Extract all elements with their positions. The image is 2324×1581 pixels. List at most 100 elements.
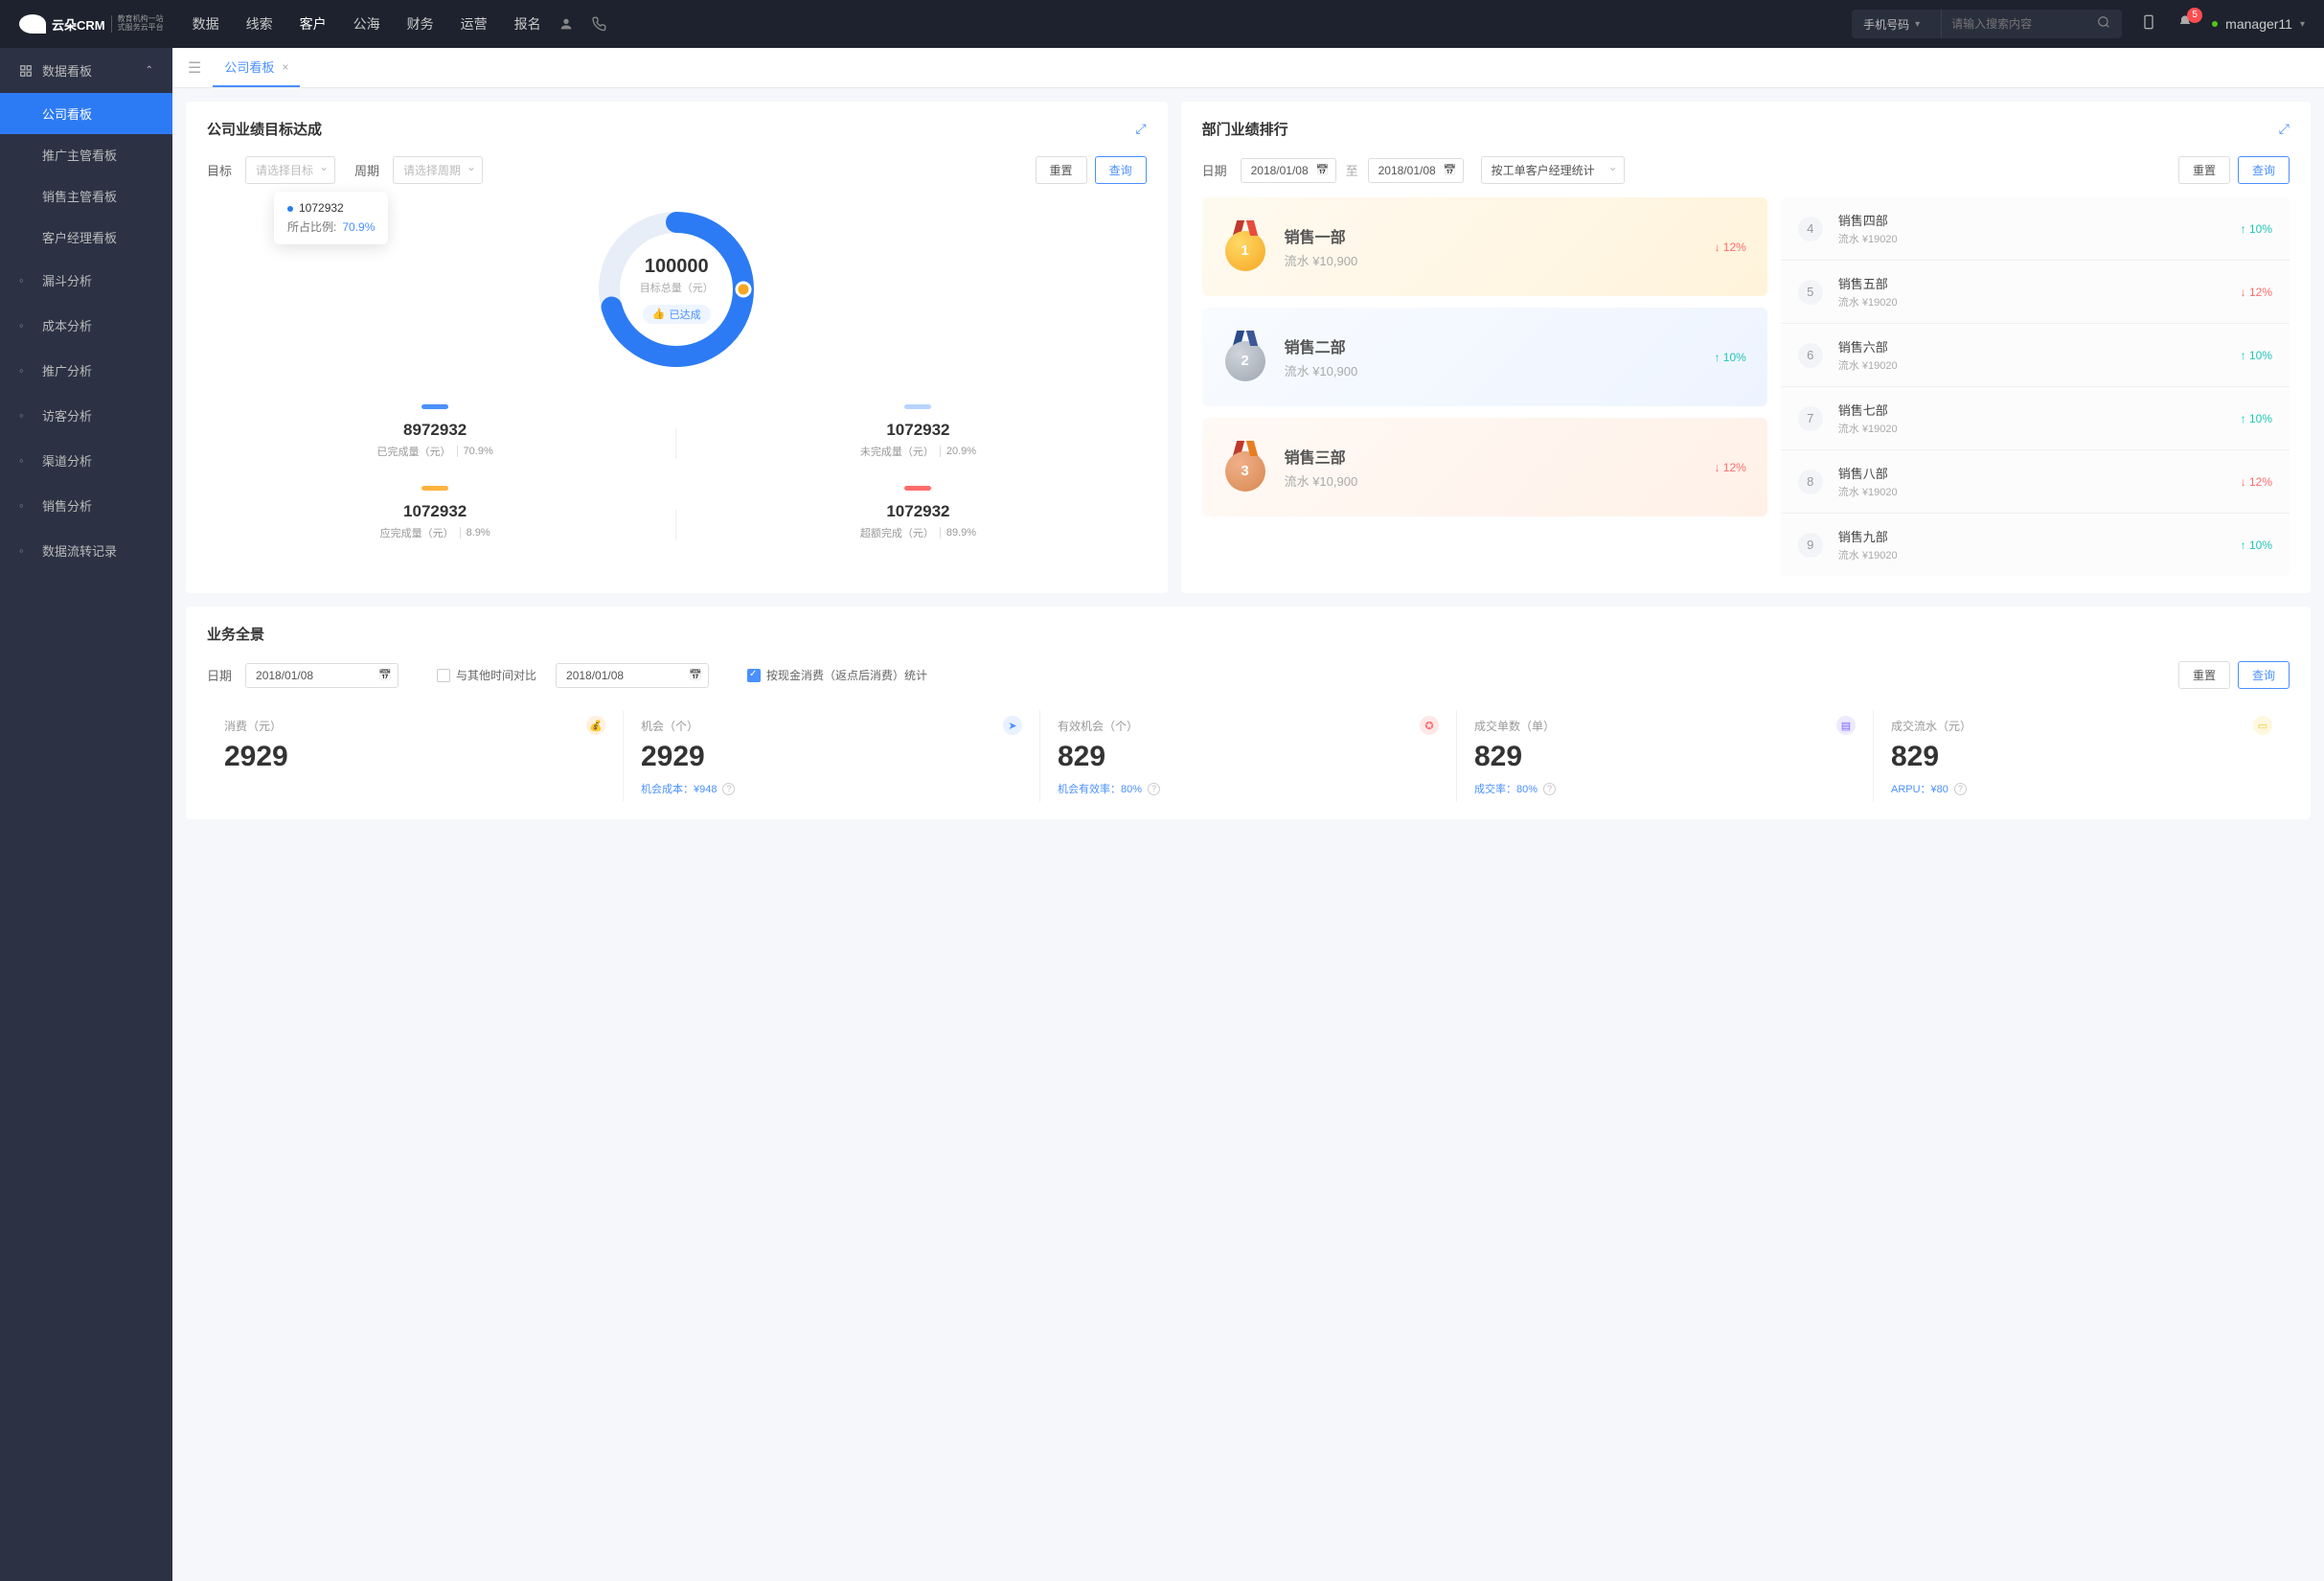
card-title: 业务全景 — [207, 624, 264, 644]
overview-card: 业务全景 日期 2018/01/08 与其他时间对比 2018/01/08 按现… — [186, 607, 2311, 819]
kpi-icon: ▤ — [1836, 716, 1856, 735]
sidebar-child-2[interactable]: 销售主管看板 — [0, 175, 172, 217]
top-nav: 数据 线索 客户 公海 财务 运营 报名 — [193, 14, 541, 34]
sidebar-group-dashboard[interactable]: 数据看板 ⌃ — [0, 48, 172, 93]
card-title: 部门业绩排行 — [1202, 119, 1288, 139]
metric-0: 8972932已完成量（元）70.9% — [207, 404, 663, 459]
sidebar-child-0[interactable]: 公司看板 — [0, 93, 172, 134]
compare-checkbox[interactable]: 与其他时间对比 — [437, 667, 536, 683]
cash-checkbox[interactable]: 按现金消费（返点后消费）统计 — [747, 667, 927, 683]
help-icon[interactable]: ? — [1148, 783, 1160, 795]
search-bar: 手机号码 — [1852, 10, 2122, 38]
medal-icon: 1 — [1223, 220, 1267, 273]
kpi-1: 机会（个）➤2929机会成本：¥948? — [624, 710, 1040, 802]
reset-button[interactable]: 重置 — [2178, 156, 2230, 184]
logo-icon — [19, 14, 46, 34]
list-item: 7销售七部流水 ¥19020↑ 10% — [1781, 387, 2290, 450]
nav-item-5[interactable]: 运营 — [461, 14, 488, 34]
overview-date1[interactable]: 2018/01/08 — [245, 663, 399, 688]
chevron-up-icon: ⌃ — [146, 65, 153, 76]
metric-1: 1072932未完成量（元）20.9% — [690, 404, 1146, 459]
help-icon[interactable]: ? — [1543, 783, 1556, 795]
nav-item-4[interactable]: 财务 — [407, 14, 434, 34]
close-icon[interactable]: × — [282, 60, 288, 74]
logo: 云朵CRM 教育机构一站式服务云平台 — [19, 14, 164, 34]
kpi-icon: ▭ — [2253, 716, 2272, 735]
metric-2: 1072932应完成量（元）8.9% — [207, 486, 663, 540]
kpi-icon: ➤ — [1003, 716, 1022, 735]
topbar: 云朵CRM 教育机构一站式服务云平台 数据 线索 客户 公海 财务 运营 报名 手机号码 5… — [0, 0, 2324, 48]
rank-card-3: 3销售三部流水 ¥10,900↓ 12% — [1202, 418, 1767, 516]
nav-item-6[interactable]: 报名 — [514, 14, 541, 34]
stat-by-select[interactable]: 按工单客户经理统计 — [1481, 156, 1625, 184]
sidebar-item-4[interactable]: ◦渠道分析 — [0, 438, 172, 483]
sidebar-child-1[interactable]: 推广主管看板 — [0, 134, 172, 175]
period-select[interactable]: 请选择周期 — [393, 156, 483, 184]
query-button[interactable]: 查询 — [1095, 156, 1147, 184]
user-icon[interactable] — [558, 16, 574, 32]
menu-icon[interactable]: ☰ — [188, 58, 201, 78]
sidebar-item-1[interactable]: ◦成本分析 — [0, 303, 172, 348]
list-item: 8销售八部流水 ¥19020↓ 12% — [1781, 450, 2290, 514]
medal-icon: 2 — [1223, 331, 1267, 383]
logo-text: 云朵CRM — [52, 15, 105, 34]
chart-tooltip: 1072932 所占比例:70.9% — [274, 192, 388, 244]
list-item: 9销售九部流水 ¥19020↑ 10% — [1781, 514, 2290, 576]
bell-icon[interactable]: 5 — [2177, 13, 2193, 35]
date-from[interactable]: 2018/01/08 — [1241, 158, 1336, 183]
metric-3: 1072932超额完成（元）89.9% — [690, 486, 1146, 540]
kpi-2: 有效机会（个）✪829机会有效率：80%? — [1040, 710, 1457, 802]
status-dot — [2212, 21, 2218, 27]
overview-date2[interactable]: 2018/01/08 — [556, 663, 709, 688]
help-icon[interactable]: ? — [1954, 783, 1967, 795]
notification-badge: 5 — [2187, 8, 2202, 23]
list-item: 4销售四部流水 ¥19020↑ 10% — [1781, 197, 2290, 261]
rank-card-2: 2销售二部流水 ¥10,900↑ 10% — [1202, 308, 1767, 406]
sidebar-item-5[interactable]: ◦销售分析 — [0, 483, 172, 528]
search-type-select[interactable]: 手机号码 — [1852, 10, 1942, 38]
nav-item-0[interactable]: 数据 — [193, 14, 219, 34]
rank-card-1: 1销售一部流水 ¥10,900↓ 12% — [1202, 197, 1767, 296]
sidebar: 数据看板 ⌃ 公司看板推广主管看板销售主管看板客户经理看板 ◦漏斗分析◦成本分析… — [0, 48, 172, 1581]
kpi-3: 成交单数（单）▤829成交率：80%? — [1457, 710, 1874, 802]
user-menu[interactable]: manager11 — [2212, 16, 2305, 32]
sidebar-child-3[interactable]: 客户经理看板 — [0, 217, 172, 258]
sidebar-item-2[interactable]: ◦推广分析 — [0, 348, 172, 393]
date-to[interactable]: 2018/01/08 — [1368, 158, 1464, 183]
search-input[interactable] — [1942, 17, 2085, 31]
donut-chart: 1072932 所占比例:70.9% 100000 — [207, 184, 1147, 550]
target-card: 公司业绩目标达成 ⤢ 目标 请选择目标 周期 请选择周期 重置 查询 — [186, 102, 1168, 593]
tab-company-board[interactable]: 公司看板 × — [213, 48, 300, 87]
expand-icon[interactable]: ⤢ — [1135, 121, 1146, 137]
achieved-badge: 👍已达成 — [643, 305, 711, 324]
rank-card: 部门业绩排行 ⤢ 日期 2018/01/08 至 2018/01/08 按工单客… — [1181, 102, 2311, 593]
username: manager11 — [2225, 16, 2292, 32]
kpi-icon: ✪ — [1420, 716, 1439, 735]
nav-item-2[interactable]: 客户 — [300, 14, 327, 34]
sidebar-item-0[interactable]: ◦漏斗分析 — [0, 258, 172, 303]
reset-button[interactable]: 重置 — [1036, 156, 1087, 184]
card-title: 公司业绩目标达成 — [207, 119, 322, 139]
device-icon[interactable] — [2141, 13, 2156, 35]
sidebar-item-3[interactable]: ◦访客分析 — [0, 393, 172, 438]
search-icon[interactable] — [2085, 15, 2122, 34]
donut-value: 100000 — [645, 256, 709, 278]
sidebar-item-6[interactable]: ◦数据流转记录 — [0, 528, 172, 573]
nav-item-3[interactable]: 公海 — [353, 14, 380, 34]
query-button[interactable]: 查询 — [2238, 156, 2290, 184]
expand-icon[interactable]: ⤢ — [2279, 121, 2290, 137]
medal-icon: 3 — [1223, 441, 1267, 493]
kpi-4: 成交流水（元）▭829ARPU：¥80? — [1874, 710, 2290, 802]
query-button[interactable]: 查询 — [2238, 661, 2290, 689]
logo-subtitle: 教育机构一站式服务云平台 — [111, 15, 164, 33]
phone-icon[interactable] — [591, 16, 606, 32]
help-icon[interactable]: ? — [722, 783, 735, 795]
target-select[interactable]: 请选择目标 — [245, 156, 335, 184]
nav-item-1[interactable]: 线索 — [246, 14, 273, 34]
tabbar: ☰ 公司看板 × — [172, 48, 2324, 88]
list-item: 5销售五部流水 ¥19020↓ 12% — [1781, 261, 2290, 324]
reset-button[interactable]: 重置 — [2178, 661, 2230, 689]
kpi-icon: 💰 — [586, 716, 605, 735]
kpi-0: 消费（元）💰2929 — [207, 710, 624, 802]
main-content: ☰ 公司看板 × 公司业绩目标达成 ⤢ 目标 — [172, 48, 2324, 1581]
